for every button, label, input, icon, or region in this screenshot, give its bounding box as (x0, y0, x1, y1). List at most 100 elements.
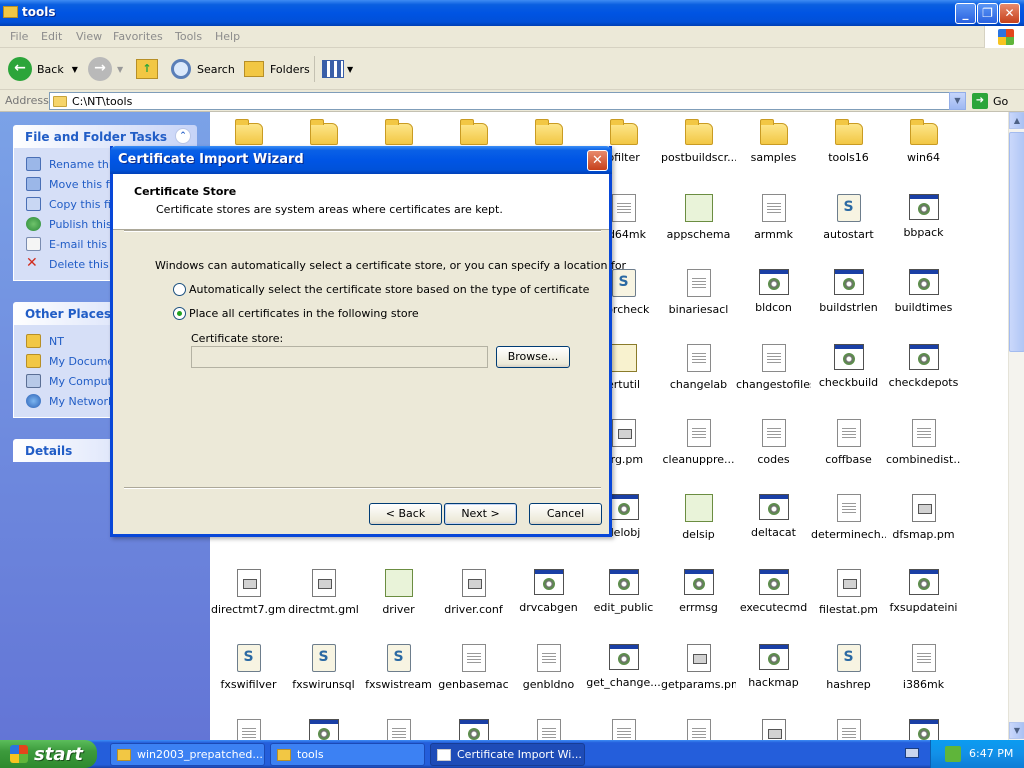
address-input[interactable]: C:\NT\tools (49, 92, 966, 110)
file-item[interactable]: autostart (811, 194, 886, 241)
doc-icon (836, 494, 861, 522)
cancel-button[interactable]: Cancel (529, 503, 602, 525)
file-item[interactable]: fxswifilver (211, 644, 286, 691)
file-item[interactable] (361, 719, 436, 740)
file-item[interactable]: combinedist... (886, 419, 961, 466)
menu-tools[interactable]: Tools (175, 30, 202, 43)
close-button[interactable]: ✕ (999, 3, 1020, 24)
file-item[interactable]: appschema (661, 194, 736, 241)
back-button[interactable]: ← Back ▼ (8, 56, 78, 82)
taskbar-item-tools[interactable]: tools (270, 743, 425, 766)
file-item[interactable] (736, 719, 811, 740)
go-button[interactable]: ➜ Go (972, 93, 1008, 109)
start-button[interactable]: start (0, 740, 97, 768)
menu-edit[interactable]: Edit (41, 30, 62, 43)
file-item[interactable]: samples (736, 119, 811, 164)
file-item[interactable]: postbuildscr... (661, 119, 736, 164)
file-item[interactable]: fxswistream (361, 644, 436, 691)
file-item[interactable]: filestat.pm (811, 569, 886, 616)
file-folder-tasks-header[interactable]: File and Folder Tasks ⌃ (13, 125, 197, 148)
minimize-button[interactable]: _ (955, 3, 976, 24)
file-item[interactable]: cleanuppre... (661, 419, 736, 466)
file-item[interactable]: fxsupdateini (886, 569, 961, 614)
taskbar-item-win2003[interactable]: win2003_prepatched... (110, 743, 265, 766)
script-icon (236, 644, 261, 672)
scroll-down-icon[interactable]: ▼ (1009, 722, 1024, 739)
file-item[interactable]: bldcon (736, 269, 811, 314)
file-item[interactable]: genbasemac (436, 644, 511, 691)
file-item[interactable]: dfsmap.pm (886, 494, 961, 541)
radio-auto-select-label[interactable]: Automatically select the certificate sto… (189, 283, 589, 296)
file-item[interactable]: getparams.pm (661, 644, 736, 691)
certificate-store-field[interactable] (191, 346, 488, 368)
file-name: driver.conf (444, 603, 503, 616)
file-item[interactable]: checkbuild (811, 344, 886, 389)
file-item[interactable]: buildtimes (886, 269, 961, 314)
file-item[interactable] (211, 719, 286, 740)
file-item[interactable]: hashrep (811, 644, 886, 691)
vertical-scrollbar[interactable]: ▲ ▼ (1008, 112, 1024, 740)
maximize-button[interactable]: ❐ (977, 3, 998, 24)
menu-help[interactable]: Help (215, 30, 240, 43)
file-item[interactable]: i386mk (886, 644, 961, 691)
file-item[interactable]: executecmd (736, 569, 811, 614)
taskbar-item-certificate-wizard[interactable]: Certificate Import Wi... (430, 743, 585, 766)
file-item[interactable]: hackmap (736, 644, 811, 689)
file-item[interactable]: changestofiles (736, 344, 811, 391)
back-wizard-button[interactable]: < Back (369, 503, 442, 525)
file-item[interactable]: tools16 (811, 119, 886, 164)
forward-button[interactable]: → ▼ (88, 56, 123, 82)
file-item[interactable]: delsip (661, 494, 736, 541)
file-item[interactable] (886, 719, 961, 740)
radio-place-all-label[interactable]: Place all certificates in the following … (189, 307, 419, 320)
file-item[interactable]: directmt7.gml (211, 569, 286, 616)
dialog-close-button[interactable]: ✕ (587, 150, 608, 171)
file-item[interactable] (436, 719, 511, 740)
file-item[interactable]: fxswirunsql (286, 644, 361, 691)
file-item[interactable] (286, 719, 361, 740)
file-item[interactable]: edit_public (586, 569, 661, 614)
file-item[interactable]: drvcabgen (511, 569, 586, 614)
file-item[interactable]: coffbase (811, 419, 886, 466)
radio-auto-select[interactable] (173, 283, 186, 296)
file-item[interactable]: codes (736, 419, 811, 466)
back-dropdown-icon[interactable]: ▼ (72, 65, 78, 74)
scroll-thumb[interactable] (1009, 132, 1024, 352)
file-item[interactable]: directmt.gml (286, 569, 361, 616)
file-item[interactable]: binariesacl (661, 269, 736, 316)
file-item[interactable] (811, 719, 886, 740)
file-item[interactable]: changelab (661, 344, 736, 391)
search-button[interactable]: Search (171, 56, 235, 82)
file-item[interactable] (661, 719, 736, 740)
file-item[interactable]: driver.conf (436, 569, 511, 616)
file-item[interactable]: genbldno (511, 644, 586, 691)
address-dropdown-icon[interactable]: ▼ (949, 92, 966, 110)
keyboard-icon[interactable] (905, 748, 919, 758)
file-item[interactable]: driver (361, 569, 436, 616)
forward-dropdown-icon[interactable]: ▼ (117, 65, 123, 74)
up-folder-button[interactable]: ↑ (136, 56, 158, 82)
browse-button[interactable]: Browse... (496, 346, 570, 368)
menu-view[interactable]: View (76, 30, 102, 43)
views-button[interactable]: ▼ (322, 56, 353, 82)
file-item[interactable]: checkdepots (886, 344, 961, 389)
menu-file[interactable]: File (10, 30, 28, 43)
file-item[interactable] (586, 719, 661, 740)
file-item[interactable] (511, 719, 586, 740)
radio-place-all[interactable] (173, 307, 186, 320)
collapse-icon[interactable]: ⌃ (175, 128, 191, 144)
file-item[interactable]: determinech... (811, 494, 886, 541)
file-item[interactable]: armmk (736, 194, 811, 241)
menu-favorites[interactable]: Favorites (113, 30, 163, 43)
file-item[interactable]: errmsg (661, 569, 736, 614)
file-item[interactable]: win64 (886, 119, 961, 164)
network-tray-icon[interactable] (945, 746, 961, 762)
file-item[interactable]: buildstrlen (811, 269, 886, 314)
next-button[interactable]: Next > (444, 503, 517, 525)
views-dropdown-icon[interactable]: ▼ (347, 65, 353, 74)
folders-button[interactable]: Folders (244, 56, 310, 82)
scroll-up-icon[interactable]: ▲ (1009, 112, 1024, 129)
file-item[interactable]: bbpack (886, 194, 961, 239)
file-item[interactable]: get_change... (586, 644, 661, 689)
file-item[interactable]: deltacat (736, 494, 811, 539)
